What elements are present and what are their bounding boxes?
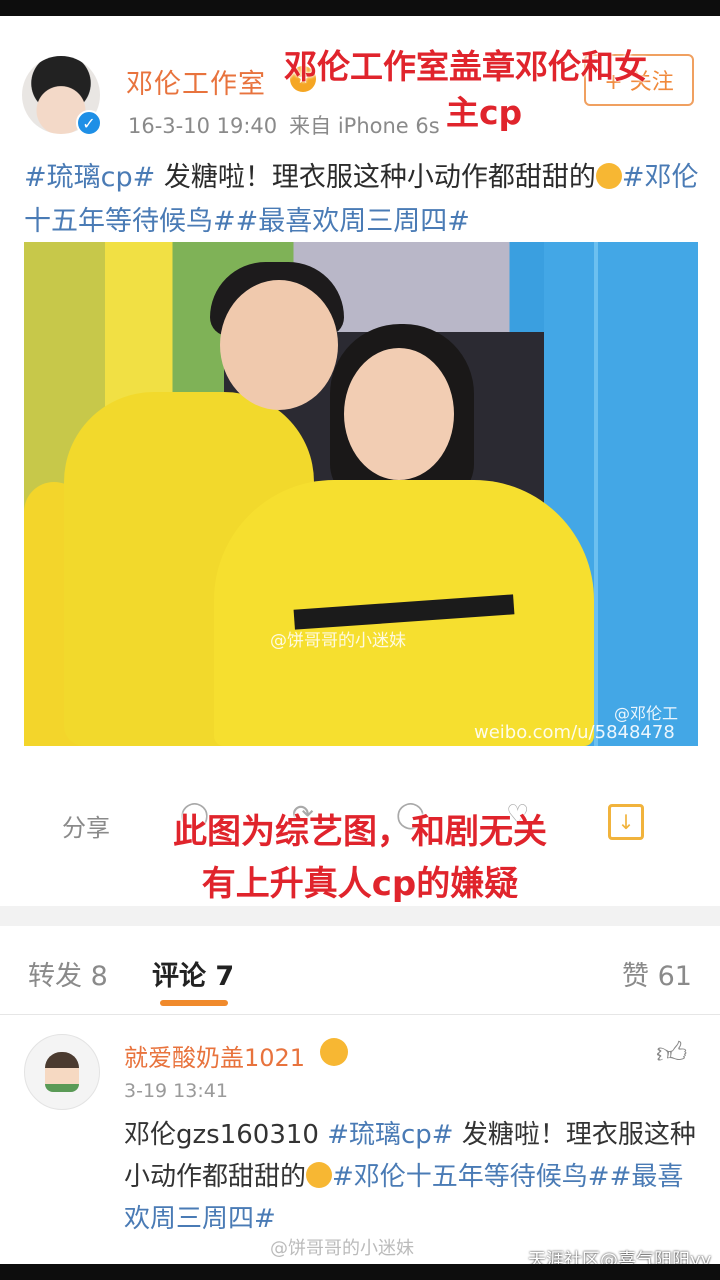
photo-man-face: [220, 280, 338, 410]
share-button[interactable]: 分享: [62, 808, 110, 843]
photo-watermark: @邓伦工: [614, 704, 679, 723]
verified-icon: ✓: [76, 110, 102, 136]
post-hashtag-liuli[interactable]: #琉璃cp#: [24, 162, 155, 193]
photo-watermark: @饼哥哥的小迷妹: [270, 631, 406, 651]
photo-woman-face: [344, 348, 454, 480]
comment-badge-icon: [320, 1038, 348, 1066]
avatar-illustration: [45, 1052, 79, 1092]
post-body-text: 发糖啦！理衣服这种小动作都甜甜的: [155, 162, 596, 193]
tabs-divider: [0, 1014, 720, 1015]
tab-active-indicator: [160, 1000, 228, 1006]
status-bar: [0, 0, 720, 16]
overlay-mid-line1: 此图为综艺图，和剧无关: [173, 812, 547, 852]
overlay-caption-middle: 此图为综艺图，和剧无关 有上升真人cp的嫌疑: [120, 806, 600, 910]
overlay-top-line2: 主cp: [446, 93, 523, 132]
post-username[interactable]: 邓伦工作室: [126, 62, 266, 101]
overlay-mid-line2: 有上升真人cp的嫌疑: [201, 864, 519, 904]
tab-comments[interactable]: 评论 7: [152, 954, 234, 993]
comment-prefix: 邓伦gzs160310: [124, 1120, 328, 1150]
comment-username[interactable]: 就爱酸奶盖1021: [124, 1038, 305, 1073]
photo-watermark-url: weibo.com/u/5848478: [474, 722, 675, 743]
comment-text: 邓伦gzs160310 #琉璃cp# 发糖啦！理衣服这种小动作都甜甜的 #邓伦十五…: [124, 1114, 698, 1240]
post-text: #琉璃cp# 发糖啦！理衣服这种小动作都甜甜的 #邓伦十五年等待候鸟##最喜欢周三…: [24, 156, 704, 244]
overlay-top-line1: 邓伦工作室盖章邓伦和女: [284, 47, 647, 86]
tab-likes[interactable]: 赞 61: [622, 954, 692, 993]
bottom-bar: [0, 1264, 720, 1280]
emoji-icon: [306, 1162, 333, 1188]
comment-avatar[interactable]: [24, 1034, 100, 1110]
emoji-icon: [595, 163, 622, 189]
thumbs-up-icon[interactable]: 👍︎: [656, 1036, 687, 1072]
tab-repost[interactable]: 转发 8: [28, 954, 108, 993]
overlay-caption-top: 邓伦工作室盖章邓伦和女 主cp: [284, 44, 720, 136]
post-photo[interactable]: @饼哥哥的小迷妹 @邓伦工 weibo.com/u/5848478: [24, 242, 698, 746]
post-date: 16-3-10 19:40: [128, 114, 278, 138]
save-image-icon[interactable]: ↓: [608, 804, 644, 840]
comment-time: 3-19 13:41: [124, 1080, 228, 1102]
comment-hashtag-liuli[interactable]: #琉璃cp#: [327, 1120, 453, 1150]
section-divider: [0, 906, 720, 926]
weibo-watermark: @饼哥哥的小迷妹: [270, 1238, 414, 1259]
